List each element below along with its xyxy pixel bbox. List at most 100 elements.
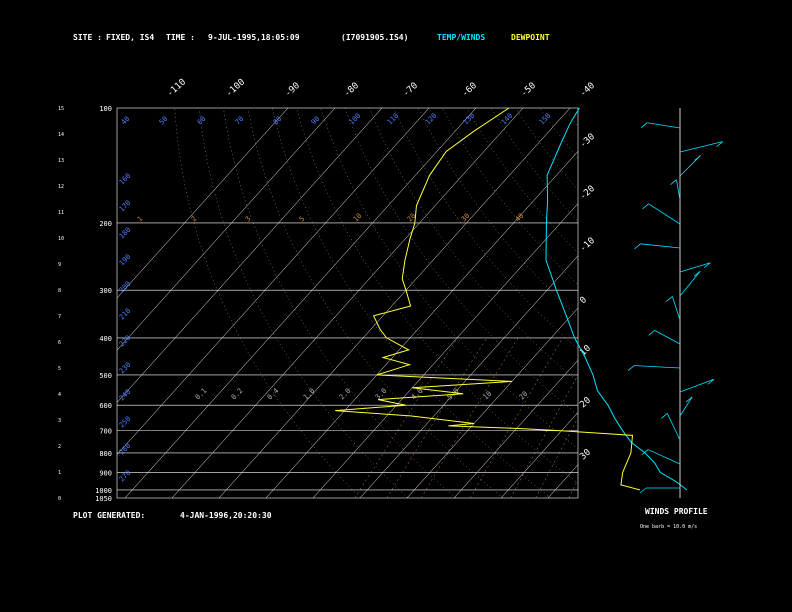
wind-barb-flag bbox=[648, 330, 655, 336]
pressure-label: 300 bbox=[99, 287, 112, 295]
wind-barb bbox=[679, 270, 701, 297]
temperature-line bbox=[545, 107, 688, 491]
mixing-ratio-label: 2 bbox=[190, 215, 199, 224]
mixing-ratio-line bbox=[469, 337, 563, 498]
dry-adiabat-label: 1.0 bbox=[302, 387, 317, 402]
dry-adiabat-line bbox=[442, 108, 578, 286]
winds-profile-legend: One barb = 10.0 m/s bbox=[640, 524, 698, 530]
theta-label: 100 bbox=[348, 112, 363, 127]
wind-barb bbox=[679, 396, 693, 417]
dewpoint-line bbox=[335, 107, 641, 491]
plot-generated-value: 4-JAN-1996,20:20:30 bbox=[180, 511, 272, 520]
isotherm-top-label: -90 bbox=[283, 81, 302, 99]
wind-barb bbox=[679, 141, 723, 153]
isotherm-top-label: -110 bbox=[165, 77, 188, 99]
pressure-label: 600 bbox=[99, 402, 112, 410]
dry-adiabat-label: 0.1 bbox=[194, 387, 209, 402]
mixing-ratio-line bbox=[354, 337, 458, 498]
isotherm-line bbox=[642, 108, 792, 498]
mixing-ratio-line bbox=[568, 478, 578, 498]
winds-profile-title: WINDS PROFILE bbox=[645, 507, 708, 516]
pressure-label: 200 bbox=[99, 220, 112, 228]
dry-adiabat-line bbox=[369, 108, 578, 383]
isotherm-line bbox=[595, 108, 792, 498]
isotherm-line bbox=[117, 108, 383, 403]
dry-adiabat-line bbox=[710, 108, 792, 498]
wind-barb bbox=[654, 329, 681, 345]
dry-adiabat-label: 0.4 bbox=[266, 387, 281, 402]
isotherm-top-label: -100 bbox=[224, 77, 247, 99]
isotherm-right-label: 0 bbox=[578, 295, 589, 306]
wind-barb-flag bbox=[634, 243, 641, 250]
dry-adiabat-line bbox=[734, 108, 792, 498]
height-km-label: 10 bbox=[58, 236, 64, 242]
height-km-label: 1 bbox=[58, 470, 61, 476]
isotherm-top-label: -50 bbox=[519, 81, 538, 99]
dry-adiabat-line bbox=[344, 108, 578, 416]
height-km-label: 15 bbox=[58, 106, 64, 112]
height-km-label: 2 bbox=[58, 444, 61, 450]
isotherm-line bbox=[453, 359, 578, 498]
isotherm-line bbox=[736, 108, 792, 498]
wind-barb bbox=[676, 179, 681, 201]
dry-adiabat-line bbox=[613, 108, 792, 498]
height-km-label: 3 bbox=[58, 418, 61, 424]
mixing-ratio-label: 1 bbox=[136, 215, 145, 224]
pressure-label: 800 bbox=[99, 450, 112, 458]
theta-label: 240 bbox=[118, 388, 133, 403]
isotherm-line bbox=[689, 108, 792, 498]
height-km-label: 9 bbox=[58, 262, 61, 268]
height-km-label: 8 bbox=[58, 288, 61, 294]
mixing-ratio-line bbox=[630, 338, 706, 498]
dry-adiabat-line bbox=[320, 108, 578, 449]
theta-label: 120 bbox=[424, 112, 439, 127]
height-km-label: 11 bbox=[58, 210, 64, 216]
mixing-ratio-label: 5 bbox=[298, 215, 307, 224]
dry-adiabat-line bbox=[393, 108, 578, 350]
mixing-ratio-line bbox=[510, 374, 578, 498]
isotherm-right-label: 30 bbox=[578, 448, 593, 463]
height-km-label: 4 bbox=[58, 392, 61, 398]
isotherm-right-label: 10 bbox=[578, 344, 593, 359]
theta-label: 40 bbox=[120, 115, 132, 127]
theta-label: 90 bbox=[310, 115, 322, 127]
isotherm-line bbox=[312, 203, 578, 498]
height-km-label: 0 bbox=[58, 496, 61, 502]
isotherm-right-label: 20 bbox=[578, 396, 593, 411]
theta-label: 210 bbox=[118, 307, 133, 322]
mixing-ratio-line bbox=[601, 338, 680, 498]
isotherm-line bbox=[500, 412, 578, 498]
theta-label: 230 bbox=[118, 361, 133, 376]
height-km-label: 14 bbox=[58, 132, 64, 138]
isotherm-top-label: -70 bbox=[401, 81, 420, 99]
dry-adiabat-line bbox=[539, 108, 578, 159]
wind-barb bbox=[648, 203, 681, 225]
plot-generated-label: PLOT GENERATED: bbox=[73, 511, 146, 520]
wind-barb-flag bbox=[640, 122, 648, 129]
isotherm-line bbox=[218, 108, 571, 498]
dry-adiabat-label: 0.2 bbox=[230, 387, 245, 402]
wind-barb bbox=[679, 262, 711, 273]
wind-barb bbox=[666, 413, 681, 441]
wind-barb-flag bbox=[642, 203, 649, 210]
wind-barb bbox=[647, 122, 681, 129]
theta-label: 140 bbox=[500, 112, 515, 127]
pressure-label: 400 bbox=[99, 335, 112, 343]
theta-label: 170 bbox=[118, 199, 133, 214]
theta-label: 50 bbox=[158, 115, 170, 127]
theta-label: 130 bbox=[462, 112, 477, 127]
mixing-ratio-label: 3 bbox=[244, 215, 253, 224]
mixing-ratio-line bbox=[535, 417, 578, 498]
grid-layer bbox=[116, 107, 792, 499]
theta-label: 260 bbox=[118, 442, 133, 457]
profile-layer bbox=[335, 107, 688, 491]
isotherm-top-label: -60 bbox=[460, 81, 479, 99]
dry-adiabat-line bbox=[247, 108, 504, 498]
theta-label: 270 bbox=[118, 469, 133, 484]
dry-adiabat-line bbox=[759, 108, 792, 498]
isotherm-line bbox=[117, 108, 336, 351]
mixing-ratio-line bbox=[668, 338, 740, 498]
dry-adiabat-label: 2.0 bbox=[338, 387, 353, 402]
wind-barb-flag bbox=[639, 487, 647, 494]
isotherm-line bbox=[117, 108, 430, 456]
